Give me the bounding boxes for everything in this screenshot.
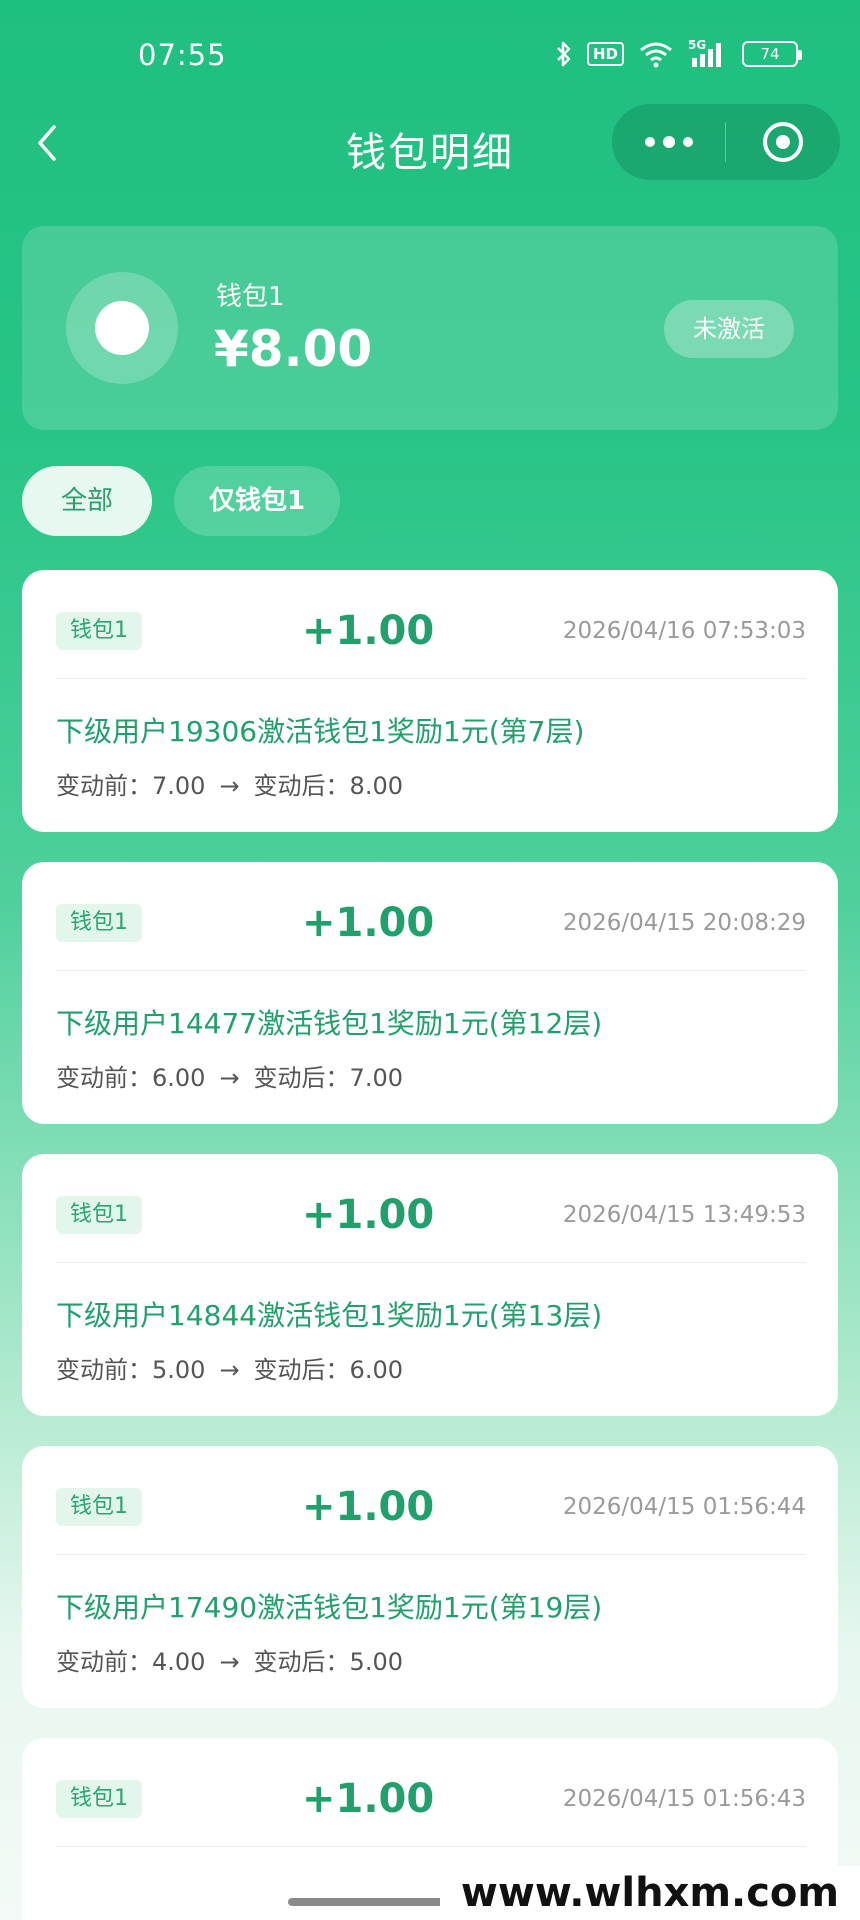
before-value: 7.00 xyxy=(152,772,206,800)
balance-change: 变动前：7.00 → 变动后：8.00 xyxy=(56,766,403,801)
hd-icon: HD xyxy=(586,42,624,66)
before-value: 5.00 xyxy=(152,1356,206,1384)
cellular-signal-icon: 5G xyxy=(688,38,728,68)
nav-bar: 钱包明细 xyxy=(0,100,860,190)
divider xyxy=(56,1554,806,1555)
wallet-summary-card: 钱包1 ¥8.00 未激活 xyxy=(22,226,838,430)
transaction-time: 2026/04/15 01:56:44 xyxy=(562,1494,806,1520)
after-label: 变动后： xyxy=(253,1064,350,1092)
wallet-tag: 钱包1 xyxy=(56,1780,142,1818)
wallet-tag: 钱包1 xyxy=(56,1488,142,1526)
balance-change: 变动前：6.00 → 变动后：7.00 xyxy=(56,1058,403,1093)
wifi-icon xyxy=(638,40,674,68)
before-label: 变动前： xyxy=(56,772,152,800)
after-label: 变动后： xyxy=(253,1356,350,1384)
before-label: 变动前： xyxy=(56,1356,152,1384)
transaction-card[interactable]: 钱包1 +1.00 2026/04/15 13:49:53 下级用户14844激… xyxy=(22,1154,838,1416)
more-dots-icon xyxy=(682,137,693,147)
after-label: 变动后： xyxy=(253,1648,350,1676)
more-options-button[interactable] xyxy=(612,104,725,180)
transaction-amount: +1.00 xyxy=(302,1776,435,1822)
before-value: 4.00 xyxy=(152,1648,206,1676)
arrow-right-icon: → xyxy=(219,1648,240,1676)
transaction-card[interactable]: 钱包1 +1.00 2026/04/16 07:53:03 下级用户19306激… xyxy=(22,570,838,832)
transaction-time: 2026/04/15 20:08:29 xyxy=(562,910,806,936)
close-mini-program-button[interactable] xyxy=(726,104,839,180)
wallet-avatar xyxy=(66,272,178,384)
arrow-right-icon: → xyxy=(219,1064,240,1092)
transaction-card[interactable]: 钱包1 +1.00 2026/04/15 01:56:44 下级用户17490激… xyxy=(22,1446,838,1708)
more-dots-icon xyxy=(644,137,655,147)
after-value: 5.00 xyxy=(349,1648,403,1676)
transaction-amount: +1.00 xyxy=(302,1192,435,1238)
target-circle-icon xyxy=(762,122,803,162)
after-value: 7.00 xyxy=(349,1064,403,1092)
before-value: 6.00 xyxy=(152,1064,206,1092)
balance-change: 变动前：5.00 → 变动后：6.00 xyxy=(56,1350,403,1385)
before-label: 变动前： xyxy=(56,1064,152,1092)
wallet-status-badge[interactable]: 未激活 xyxy=(664,300,794,358)
watermark: www.wlhxm.com xyxy=(440,1866,860,1920)
after-label: 变动后： xyxy=(253,772,350,800)
before-label: 变动前： xyxy=(56,1648,152,1676)
arrow-right-icon: → xyxy=(219,772,240,800)
divider xyxy=(56,1846,806,1847)
arrow-right-icon: → xyxy=(219,1356,240,1384)
transaction-description: 下级用户17490激活钱包1奖励1元(第19层) xyxy=(56,1591,603,1624)
after-value: 8.00 xyxy=(349,772,403,800)
transaction-amount: +1.00 xyxy=(302,900,435,946)
transaction-description: 下级用户14477激活钱包1奖励1元(第12层) xyxy=(56,1007,603,1040)
wallet-tag: 钱包1 xyxy=(56,612,142,650)
divider xyxy=(56,678,806,679)
transaction-description: 下级用户14844激活钱包1奖励1元(第13层) xyxy=(56,1299,603,1332)
wallet-balance: ¥8.00 xyxy=(214,320,373,378)
divider xyxy=(56,1262,806,1263)
battery-icon: 74 xyxy=(742,41,802,67)
status-icons: HD 5G 74 xyxy=(555,38,802,68)
avatar-dot-icon xyxy=(95,301,149,355)
wallet-name: 钱包1 xyxy=(216,282,285,312)
tab-wallet1-only[interactable]: 仅钱包1 xyxy=(174,466,340,536)
status-bar: 07:55 HD 5G 74 xyxy=(0,0,860,110)
divider xyxy=(56,970,806,971)
mini-program-capsule xyxy=(612,104,840,180)
transaction-amount: +1.00 xyxy=(302,1484,435,1530)
wallet-tag: 钱包1 xyxy=(56,904,142,942)
transaction-card[interactable]: 钱包1 +1.00 2026/04/15 20:08:29 下级用户14477激… xyxy=(22,862,838,1124)
transaction-amount: +1.00 xyxy=(302,608,435,654)
transaction-time: 2026/04/15 01:56:43 xyxy=(562,1786,806,1812)
more-dots-icon xyxy=(662,136,675,148)
transaction-time: 2026/04/15 13:49:53 xyxy=(562,1202,806,1228)
transaction-time: 2026/04/16 07:53:03 xyxy=(562,618,806,644)
balance-change: 变动前：4.00 → 变动后：5.00 xyxy=(56,1642,403,1677)
tab-all[interactable]: 全部 xyxy=(22,466,152,536)
after-value: 6.00 xyxy=(349,1356,403,1384)
transaction-description: 下级用户19306激活钱包1奖励1元(第7层) xyxy=(56,715,585,748)
status-time: 07:55 xyxy=(138,38,227,72)
bluetooth-icon xyxy=(555,40,573,68)
wallet-tag: 钱包1 xyxy=(56,1196,142,1234)
